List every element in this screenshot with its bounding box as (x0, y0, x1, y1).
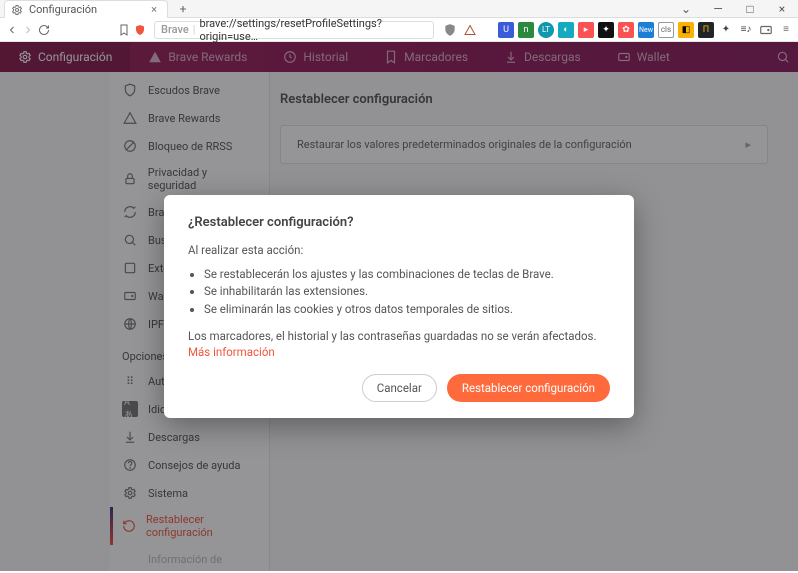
ext-icon[interactable]: ◧ (678, 22, 694, 38)
playlist-icon[interactable]: ≡♪ (738, 22, 754, 38)
puzzle-icon[interactable]: ✦ (718, 22, 734, 38)
ext-icon[interactable]: ◐ (558, 22, 574, 38)
wallet-icon[interactable] (758, 22, 774, 38)
gear-icon (11, 4, 23, 16)
url-path: brave://settings/resetProfileSettings?or… (199, 17, 427, 43)
ext-icon[interactable]: n (518, 22, 534, 38)
dialog-intro: Al realizar esta acción: (188, 242, 610, 258)
bookmark-icon[interactable] (118, 21, 130, 39)
caret-down-icon[interactable]: ⌄ (670, 0, 702, 18)
ext-icon[interactable]: LT (538, 22, 554, 38)
dialog-title: ¿Restablecer configuración? (188, 215, 610, 230)
ext-icon[interactable]: U (498, 22, 514, 38)
ext-icon[interactable]: New (638, 22, 654, 38)
close-window-button[interactable]: × (766, 0, 798, 18)
url-toolbar: Brave | brave://settings/resetProfileSet… (0, 18, 798, 42)
maximize-button[interactable]: □ (734, 0, 766, 18)
tab-title: Configuración (29, 3, 97, 16)
more-info-link[interactable]: Más información (188, 345, 275, 359)
brave-logo-icon[interactable] (442, 22, 458, 38)
back-button[interactable] (6, 21, 18, 39)
ext-icon[interactable]: ▸ (578, 22, 594, 38)
ext-icon[interactable]: ✦ (598, 22, 614, 38)
close-tab-button[interactable]: × (147, 3, 161, 17)
window-titlebar: Configuración × + ⌄ — □ × (0, 0, 798, 18)
url-input[interactable]: Brave | brave://settings/resetProfileSet… (154, 21, 434, 39)
reset-settings-dialog: ¿Restablecer configuración? Al realizar … (164, 195, 634, 418)
forward-button[interactable] (22, 21, 34, 39)
cancel-button[interactable]: Cancelar (362, 374, 437, 402)
ext-icon[interactable]: ✿ (618, 22, 634, 38)
menu-icon[interactable]: ≡ (778, 22, 794, 38)
modal-overlay: ¿Restablecer configuración? Al realizar … (0, 42, 798, 571)
reload-button[interactable] (38, 21, 50, 39)
ext-icon[interactable]: cls (658, 22, 674, 38)
browser-tab[interactable]: Configuración × (4, 0, 168, 18)
extension-icons: U n LT ◐ ▸ ✦ ✿ New cls ◧ Π ✦ ≡♪ ≡ (442, 22, 794, 38)
ext-icon[interactable]: Π (698, 22, 714, 38)
new-tab-button[interactable]: + (174, 0, 192, 18)
dialog-bullets: Se restablecerán los ajustes y las combi… (188, 266, 610, 318)
minimize-button[interactable]: — (702, 0, 734, 18)
url-brand: Brave (161, 23, 189, 36)
shield-icon[interactable] (134, 21, 146, 39)
confirm-reset-button[interactable]: Restablecer configuración (447, 374, 610, 402)
dialog-footer: Los marcadores, el historial y las contr… (188, 328, 610, 360)
triangle-icon[interactable] (462, 22, 478, 38)
